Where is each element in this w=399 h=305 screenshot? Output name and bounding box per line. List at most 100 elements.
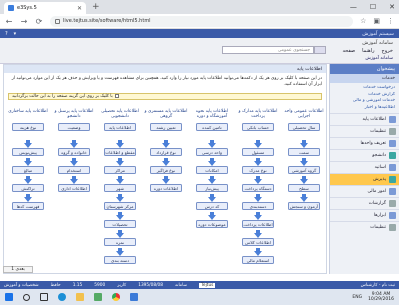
task-view-icon[interactable] (40, 293, 48, 301)
flow-node-button[interactable]: استعلام مالی (242, 256, 274, 264)
flow-node-button[interactable]: اطلاعات پرداخت (242, 220, 274, 228)
edge-icon[interactable] (58, 293, 66, 301)
flow-node-button[interactable]: آزمون و سنجش (288, 202, 320, 210)
sidebar-item-reports[interactable]: گزارشات (330, 197, 399, 209)
flow-node-button[interactable]: موضوعات دوره (196, 220, 228, 228)
search-icon[interactable] (23, 293, 30, 301)
new-tab-button[interactable]: + (92, 2, 100, 12)
sidebar-item-students[interactable]: دانشجو (330, 149, 399, 161)
dropdown-icon[interactable]: ▾ (14, 31, 17, 37)
flow-node-button[interactable]: پیش‌نیاز (196, 184, 228, 192)
forward-icon[interactable]: → (20, 17, 28, 26)
folder-icon[interactable] (76, 293, 84, 301)
maximize-icon[interactable]: ☐ (370, 1, 376, 13)
status-user: ثبت نام - کارشناس (360, 282, 395, 288)
omnibox[interactable] (50, 15, 354, 27)
close-tab-icon[interactable]: ✕ (77, 5, 82, 12)
flow-node-button[interactable]: شهر (104, 184, 136, 192)
flow-node-button[interactable]: نوع هزینه (12, 123, 44, 131)
url-input[interactable] (63, 18, 349, 24)
flow-arrow-icon (116, 158, 124, 166)
site-info-icon[interactable] (55, 18, 60, 24)
browser-tab[interactable]: e3Sys.5 ✕ (4, 2, 86, 14)
sidebar-item-units[interactable]: تعریف واحدها (330, 137, 399, 149)
sidebar-subheader[interactable]: خدمات (330, 74, 399, 83)
windows-start-icon[interactable] (5, 293, 13, 301)
reload-icon[interactable]: ⟳ (35, 17, 43, 26)
checkbox[interactable] (114, 94, 119, 99)
flow-node-button[interactable]: سال تحصیلی (288, 123, 320, 131)
status-bar: شخصیات و آموزش حافظ 1.15 5900 کاربر 1395… (0, 281, 399, 289)
flow-node-button[interactable]: نوع فراگیر (150, 166, 182, 174)
flow-node-button[interactable]: سمت (288, 148, 320, 156)
sidebar-item-config[interactable]: تنظیمات (330, 221, 399, 233)
sidebar-item-admission[interactable]: پذیرش (330, 173, 399, 185)
sidebar-item-base-info[interactable]: اطلاعات پایه (330, 113, 399, 125)
window-controls: — ☐ ✕ (350, 1, 395, 13)
sidebar-item-settings[interactable]: تنظیمات (330, 125, 399, 137)
flow-node-button[interactable]: تامین کننده (196, 123, 228, 131)
flow-node-button[interactable]: نمره (104, 238, 136, 246)
mail-icon[interactable] (130, 293, 138, 301)
flow-arrow-icon (254, 176, 262, 184)
pager[interactable]: بعدی 1 (3, 266, 33, 273)
flow-node-button[interactable]: خانواده و گروه (58, 148, 90, 156)
flow-node-button[interactable]: تحصیلات (104, 220, 136, 228)
flow-node-button[interactable]: اطلاعات دوره (150, 184, 182, 192)
flow-node-button[interactable]: کد درس (196, 202, 228, 210)
user-icon (389, 152, 396, 159)
flow-node-button[interactable]: دستگاه پرداخت (242, 184, 274, 192)
flow-arrow-icon (116, 194, 124, 202)
flow-node-button[interactable]: وضعیت (58, 123, 90, 131)
sidebar-item-finance[interactable]: امور مالی (330, 185, 399, 197)
info-checkbox-row[interactable]: با کلیک بر روی این گزینه صفحه را به این … (8, 92, 322, 100)
global-search-input[interactable]: جستجوی عمومی (222, 46, 314, 54)
language-indicator[interactable]: ENG (352, 295, 362, 300)
extensions-icon[interactable]: ▣ (373, 17, 380, 25)
status-item: 1.15 (72, 282, 83, 288)
main-panel: اطلاعات پایه در این صفحه با کلیک بر روی … (3, 64, 327, 274)
close-window-icon[interactable]: ✕ (389, 1, 395, 13)
minimize-icon[interactable]: — (350, 1, 357, 13)
search-button[interactable] (314, 46, 326, 54)
help-icon[interactable]: ? (5, 31, 8, 37)
flow-node-button[interactable]: واحد درسی (196, 148, 228, 156)
flow-node-button[interactable]: دسته بندی (104, 256, 136, 264)
flow-node-button[interactable]: سطح (288, 184, 320, 192)
store-icon[interactable] (94, 293, 102, 301)
flow-node-button[interactable]: تراکنش (12, 184, 44, 192)
flow-node-button[interactable]: اطلاعات کلاس (242, 238, 274, 246)
clock[interactable]: 9:04 AM 10/29/2016 (368, 292, 394, 302)
flow-node-button[interactable]: مقطع و اطلاعات (104, 148, 136, 156)
flow-node-button[interactable]: مبالغ (12, 166, 44, 174)
menu-item[interactable]: راهنما (362, 48, 374, 54)
chrome-icon[interactable] (112, 293, 120, 301)
flow-node-button[interactable]: حساب بانکی (242, 123, 274, 131)
flow-node-button[interactable]: استخدام (58, 166, 90, 174)
flow-node-button[interactable]: اطلاعات پایه (104, 123, 136, 131)
flow-node-button[interactable]: مسئول (242, 148, 274, 156)
flow-node-button[interactable]: گروه آموزشی (288, 166, 320, 174)
flow-node-button[interactable]: امکانات (196, 166, 228, 174)
flow-node-button[interactable]: مراکز (104, 166, 136, 174)
flow-node-button[interactable]: اطلاعات اداری (58, 184, 90, 192)
flow-node-button[interactable]: نوع قرارداد (150, 148, 182, 156)
sidebar-item-tools[interactable]: ابزارها (330, 209, 399, 221)
menu-item[interactable]: صفحه (342, 48, 355, 54)
bookmark-star-icon[interactable]: ☆ (360, 17, 366, 25)
flow-node-button[interactable]: فهرست کدها (12, 202, 44, 210)
back-icon[interactable]: ← (5, 17, 13, 26)
flow-node-button[interactable]: مرکز شهرستان (104, 202, 136, 210)
flow-node-button[interactable]: تعیین رشته (150, 123, 182, 131)
sidebar-link[interactable]: اطلاعیه‌ها و اخبار (334, 105, 395, 112)
page-description: در این صفحه با کلیک بر روی هر یک از دکمه… (11, 76, 322, 87)
flow-node-button[interactable]: نوع مدرک (242, 166, 274, 174)
flow-arrow-icon (70, 176, 78, 184)
breadcrumb[interactable]: سامانه آموزش (365, 56, 393, 61)
settings-icon (389, 128, 396, 135)
flow-node-button[interactable]: پیش‌نویس (12, 148, 44, 156)
flow-node-button[interactable]: دسته‌بندی (242, 202, 274, 210)
sidebar-item-teachers[interactable]: اساتید (330, 161, 399, 173)
menu-item[interactable]: خروج (382, 48, 394, 54)
menu-kebab-icon[interactable]: ⋮ (387, 17, 394, 25)
